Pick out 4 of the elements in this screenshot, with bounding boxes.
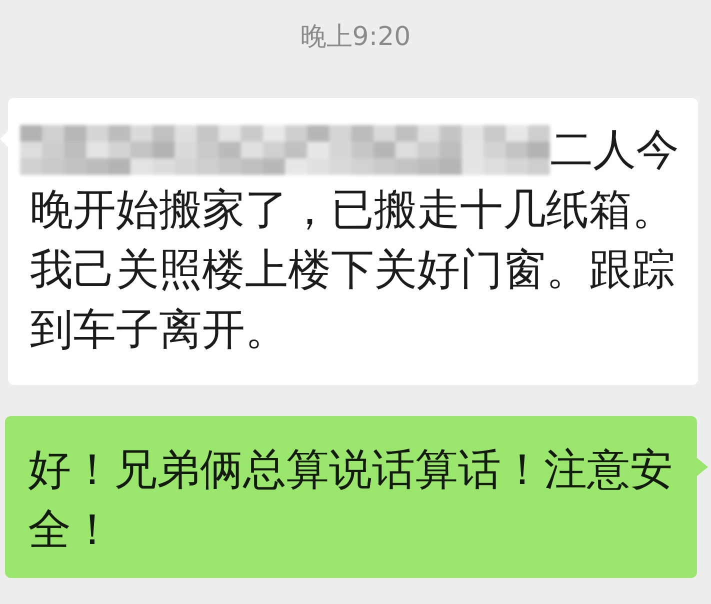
message-text: 好！兄弟俩总算说话算话！注意安全！ xyxy=(28,444,674,557)
timestamp: 晚上9:20 xyxy=(300,21,411,53)
message-text: 晚开始搬家了，已搬走十几纸箱。我己关照楼上楼下关好门窗。跟踪到车子离开。 xyxy=(30,184,676,357)
message-text: 二人今 xyxy=(550,124,679,177)
